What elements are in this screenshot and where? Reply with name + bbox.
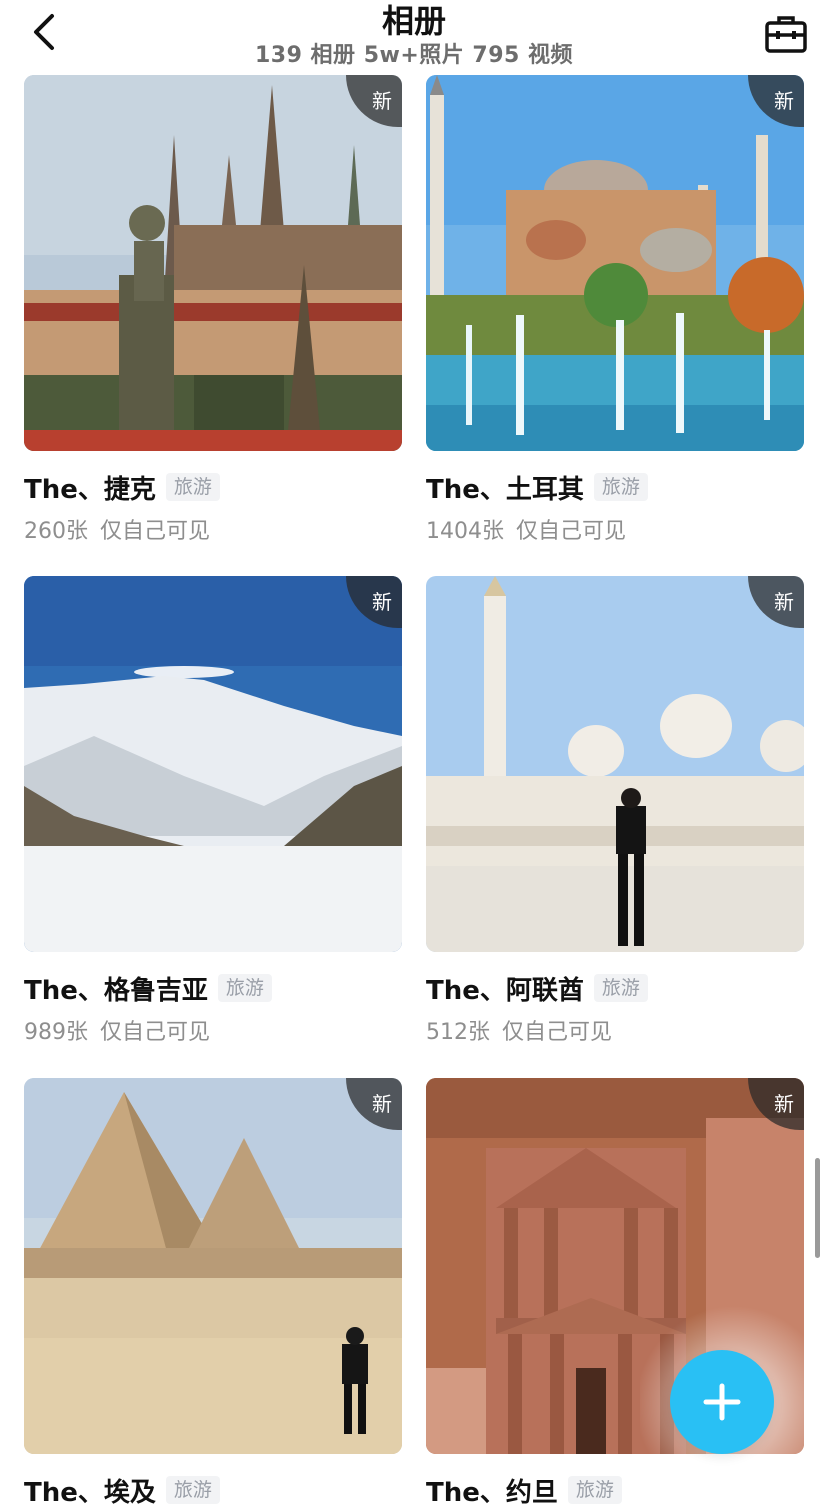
photo-count: 1404张 bbox=[426, 519, 504, 544]
page-title: 相册 bbox=[381, 2, 446, 40]
album-name: The、约旦 bbox=[426, 1477, 558, 1508]
album-cover-image bbox=[426, 75, 804, 451]
album-cover-image bbox=[24, 1078, 402, 1454]
album-cover[interactable]: 新 bbox=[24, 1078, 402, 1454]
album-card[interactable]: 新 The、阿联酋 旅游 512张 仅自己可见 bbox=[426, 576, 804, 1045]
album-card[interactable]: 新 The、格鲁吉亚 旅游 989张 仅自己可见 bbox=[24, 576, 402, 1045]
photo-count: 989张 bbox=[24, 1020, 88, 1045]
album-name: The、格鲁吉亚 bbox=[24, 975, 208, 1006]
album-name: The、埃及 bbox=[24, 1477, 156, 1508]
album-name: The、阿联酋 bbox=[426, 975, 584, 1006]
album-meta: 1404张 仅自己可见 bbox=[426, 513, 626, 545]
album-cover-image bbox=[24, 576, 402, 952]
album-name: The、土耳其 bbox=[426, 474, 584, 505]
toolbox-icon bbox=[765, 16, 807, 53]
album-cover[interactable]: 新 bbox=[426, 75, 804, 451]
album-stats: 139 相册 5w+照片 795 视频 bbox=[254, 43, 574, 68]
visibility-label: 仅自己可见 bbox=[502, 1020, 613, 1045]
visibility-label: 仅自己可见 bbox=[100, 1020, 211, 1045]
album-cover[interactable]: 新 bbox=[426, 576, 804, 952]
album-card[interactable]: 新 The、土耳其 旅游 1404张 仅自己可见 bbox=[426, 75, 804, 544]
category-tag: 旅游 bbox=[567, 1476, 622, 1504]
album-meta: 260张 仅自己可见 bbox=[24, 513, 210, 545]
top-nav-bar: 相册 139 相册 5w+照片 795 视频 bbox=[0, 0, 828, 74]
album-cover-image bbox=[24, 75, 402, 451]
album-name: The、捷克 bbox=[24, 474, 156, 505]
album-cover[interactable]: 新 bbox=[24, 75, 402, 451]
category-tag: 旅游 bbox=[593, 473, 648, 501]
album-meta: 989张 仅自己可见 bbox=[24, 1014, 210, 1046]
photo-count: 260张 bbox=[24, 519, 88, 544]
category-tag: 旅游 bbox=[165, 473, 220, 501]
album-grid: 新 The、捷克 旅游 260张 仅自己可见 新 The、土耳其 旅游 1404… bbox=[0, 0, 828, 1509]
toolbox-button[interactable] bbox=[762, 10, 810, 58]
album-meta: 512张 仅自己可见 bbox=[426, 1014, 612, 1046]
scrollbar[interactable] bbox=[815, 1158, 820, 1258]
category-tag: 旅游 bbox=[165, 1476, 220, 1504]
category-tag: 旅游 bbox=[217, 974, 272, 1002]
visibility-label: 仅自己可见 bbox=[100, 519, 211, 544]
album-card[interactable]: 新 The、捷克 旅游 260张 仅自己可见 bbox=[24, 75, 402, 544]
album-card[interactable]: 新 The、埃及 旅游 bbox=[24, 1078, 402, 1508]
photo-count: 512张 bbox=[426, 1020, 490, 1045]
category-tag: 旅游 bbox=[593, 974, 648, 1002]
plus-icon bbox=[703, 1383, 741, 1421]
album-cover[interactable]: 新 bbox=[24, 576, 402, 952]
visibility-label: 仅自己可见 bbox=[516, 519, 627, 544]
add-album-button[interactable] bbox=[670, 1350, 774, 1454]
album-cover-image bbox=[426, 576, 804, 952]
